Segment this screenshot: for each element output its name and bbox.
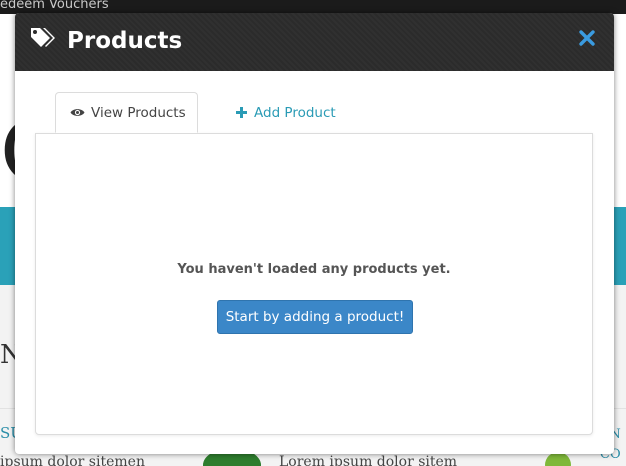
plus-icon [235,106,248,119]
background-topbar-text: edeem Vouchers [0,0,109,12]
close-icon [578,29,596,51]
modal-header: Products [15,13,614,71]
modal-title: Products [67,28,183,54]
tab-view-products-label: View Products [91,104,186,121]
background-lorem-right: Lorem ipsum dolor sitem [279,454,458,466]
products-panel: You haven't loaded any products yet. Sta… [35,133,593,435]
eye-icon [70,107,85,118]
empty-state-message: You haven't loaded any products yet. [177,262,451,277]
tags-icon [29,26,57,52]
products-modal: Products View Products Add Product You h… [15,13,614,454]
tab-add-product-label: Add Product [254,104,336,121]
add-product-button[interactable]: Start by adding a product! [217,300,413,334]
close-button[interactable] [573,26,601,54]
background-lorem-left: ipsum dolor sitemen [0,454,145,466]
background-topbar: edeem Vouchers [0,0,626,14]
tab-add-product[interactable]: Add Product [220,92,360,133]
tab-view-products[interactable]: View Products [55,92,198,133]
